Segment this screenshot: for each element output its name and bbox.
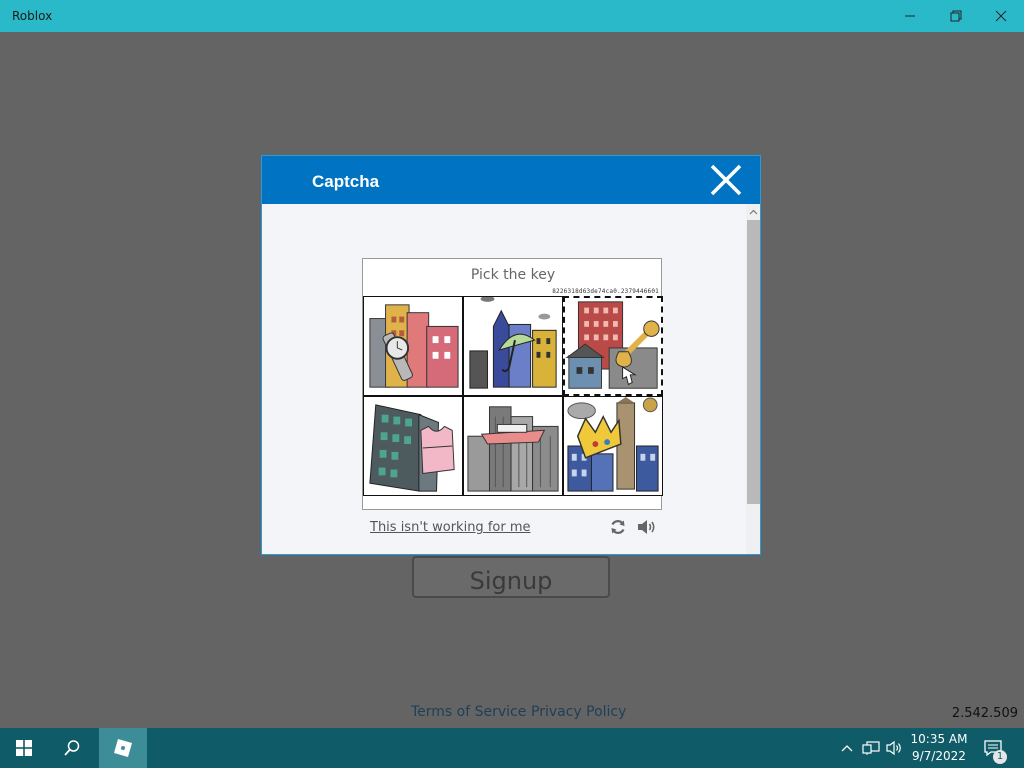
taskbar: 10:35 AM 9/7/2022 1	[0, 728, 1024, 768]
restore-button[interactable]	[933, 0, 979, 32]
show-hidden-icons-button[interactable]	[838, 728, 856, 768]
search-icon	[64, 740, 80, 756]
tanktop-city-icon	[369, 404, 455, 492]
close-icon	[710, 164, 742, 196]
captcha-prompt: Pick the key	[470, 267, 556, 283]
close-window-button[interactable]	[978, 0, 1024, 32]
signup-button[interactable]: Signup	[412, 556, 610, 598]
speaker-icon	[638, 520, 655, 534]
captcha-tile-key[interactable]	[563, 296, 663, 396]
captcha-title: Captcha	[312, 172, 380, 191]
restore-icon	[950, 10, 962, 22]
privacy-policy-link[interactable]: Privacy Policy	[531, 704, 626, 720]
speaker-icon	[886, 740, 901, 756]
start-button[interactable]	[0, 728, 48, 768]
terms-of-service-link[interactable]: Terms of Service	[411, 704, 526, 720]
taskbar-roblox-app[interactable]	[99, 728, 147, 768]
captcha-body: Pick the key 8226318d63de74ca0.237944660…	[262, 204, 746, 554]
wristwatch-city-icon	[369, 304, 459, 388]
captcha-header: Captcha	[262, 156, 760, 204]
key-city-icon	[565, 301, 660, 389]
clock-date: 9/7/2022	[912, 749, 966, 763]
windows-logo-icon	[16, 740, 32, 756]
search-button[interactable]	[48, 728, 96, 768]
volume-button[interactable]	[884, 728, 906, 768]
crown-city-icon	[567, 397, 659, 492]
window-title: Roblox	[12, 9, 53, 23]
version-label: 2.542.509	[951, 706, 1018, 721]
boat-city-icon	[467, 406, 559, 492]
captcha-audio-button[interactable]	[636, 517, 658, 537]
notification-count-badge: 1	[993, 750, 1007, 764]
captcha-tile-wristwatch[interactable]	[363, 296, 463, 396]
captcha-tile-umbrella[interactable]	[463, 296, 563, 396]
challenge-id: 8226318d63de74ca0.2379446601	[552, 288, 659, 295]
network-icon	[862, 741, 880, 755]
umbrella-city-icon	[469, 297, 557, 389]
captcha-scrollbar[interactable]	[746, 204, 760, 554]
captcha-tile-boat[interactable]	[463, 396, 563, 496]
captcha-not-working-link[interactable]: This isn't working for me	[370, 520, 531, 535]
captcha-challenge: Pick the key 8226318d63de74ca0.237944660…	[362, 258, 663, 510]
chevron-up-icon	[749, 209, 758, 215]
captcha-tile-tanktop[interactable]	[363, 396, 463, 496]
refresh-icon	[611, 520, 625, 534]
captcha-image-grid	[363, 296, 663, 496]
captcha-refresh-button[interactable]	[609, 518, 627, 536]
chevron-up-icon	[841, 745, 853, 752]
minimize-icon	[905, 15, 915, 17]
clock-time: 10:35 AM	[910, 732, 968, 746]
scroll-thumb[interactable]	[747, 220, 760, 504]
roblox-logo-icon	[114, 739, 132, 757]
network-status-button[interactable]	[860, 728, 882, 768]
window-titlebar: Roblox	[0, 0, 1024, 32]
minimize-button[interactable]	[887, 0, 933, 32]
scroll-up-button[interactable]	[746, 204, 760, 220]
taskbar-clock[interactable]: 10:35 AM 9/7/2022	[908, 731, 970, 765]
close-icon	[995, 10, 1007, 22]
captcha-close-button[interactable]	[706, 162, 746, 198]
captcha-dialog: Captcha Pick the key 8226318d63de74ca0.2…	[261, 155, 761, 555]
captcha-tile-crown[interactable]	[563, 396, 663, 496]
